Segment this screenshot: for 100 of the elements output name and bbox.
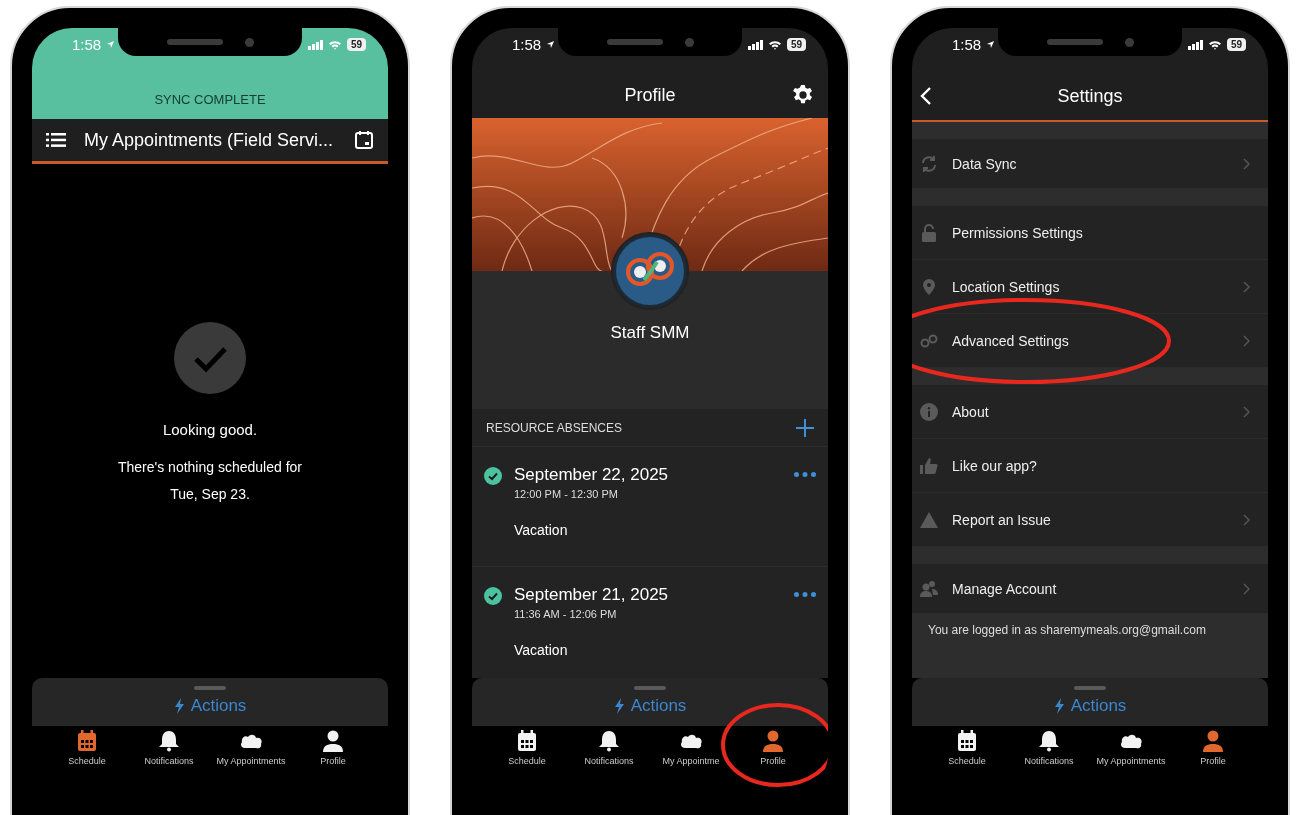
account-note: You are logged in as sharemymeals.org@gmail.com: [928, 623, 1206, 637]
wifi-icon: [767, 39, 782, 50]
tab-bar-item[interactable]: Schedule: [68, 726, 106, 774]
settings-label: Location Settings: [952, 278, 1061, 295]
tab-bar-item[interactable]: Schedule: [508, 726, 546, 774]
lightning-icon: [613, 698, 625, 714]
battery-indicator: 59: [1226, 38, 1246, 51]
status-time: 1:58: [952, 36, 982, 53]
tab-bar-item[interactable]: Profile: [760, 726, 786, 774]
back-icon[interactable]: [920, 87, 932, 105]
sync-banner: SYNC COMPLETE: [32, 73, 388, 119]
person-icon: [1201, 730, 1225, 752]
more-icon[interactable]: [794, 472, 816, 477]
settings-label: Like our app?: [952, 457, 1038, 474]
absence-date: September 21, 2025: [514, 585, 669, 605]
lightning-icon: [173, 698, 185, 714]
person-icon: [321, 730, 345, 752]
settings-item[interactable]: Advanced Settings: [912, 314, 1268, 368]
sync-icon: [920, 154, 938, 173]
status-time: 1:58: [512, 36, 542, 53]
more-icon[interactable]: [794, 592, 816, 597]
actions-panel[interactable]: Actions: [912, 678, 1268, 726]
lightning-icon: [1053, 698, 1065, 714]
settings-item[interactable]: Like our app?: [912, 439, 1268, 493]
settings-label: Data Sync: [952, 155, 1018, 172]
absence-type: Vacation: [514, 522, 568, 538]
location-arrow-icon: [546, 40, 556, 49]
section-heading: RESOURCE ABSENCES: [486, 420, 623, 435]
chevron-icon: [1243, 513, 1250, 526]
settings-label: Manage Account: [952, 580, 1058, 597]
settings-label: Permissions Settings: [952, 224, 1084, 241]
people-icon: [920, 579, 938, 598]
settings-item[interactable]: Permissions Settings: [912, 206, 1268, 260]
settings-label: About: [952, 403, 990, 420]
empty-state-title: Looking good.: [162, 421, 258, 438]
location-arrow-icon: [986, 40, 996, 49]
tab-bar-item[interactable]: My Appointments: [1096, 726, 1166, 774]
tab-bar-item[interactable]: Notifications: [1024, 726, 1074, 774]
status-time: 1:58: [72, 36, 102, 53]
info-icon: [920, 402, 938, 421]
chevron-icon: [1243, 334, 1250, 347]
absence-type: Vacation: [514, 642, 568, 658]
actions-label: Actions: [190, 696, 247, 716]
person-icon: [761, 730, 785, 752]
tab-bar-item[interactable]: My Appointments: [216, 726, 286, 774]
chevron-icon: [1243, 280, 1250, 293]
screen-title: Settings: [1057, 86, 1123, 107]
settings-label: Report an Issue: [952, 511, 1052, 528]
absence-time: 12:00 PM - 12:30 PM: [514, 488, 618, 500]
empty-state-message: Tue, Sep 23.: [170, 485, 250, 504]
chevron-icon: [1243, 582, 1250, 595]
calendar-icon: [515, 730, 539, 752]
calendar-icon[interactable]: [354, 130, 374, 150]
calendar-icon: [955, 730, 979, 752]
thumb-icon: [920, 456, 938, 475]
settings-item[interactable]: Manage Account: [912, 564, 1268, 614]
tab-bar-item[interactable]: My Appointme: [662, 726, 720, 774]
absence-date: September 22, 2025: [514, 465, 669, 485]
calendar-icon: [75, 730, 99, 752]
tab-bar-item[interactable]: Notifications: [144, 726, 194, 774]
tab-bar-item[interactable]: Profile: [1200, 726, 1226, 774]
drag-handle[interactable]: [634, 686, 666, 690]
bell-icon: [1037, 730, 1061, 752]
wifi-icon: [327, 39, 342, 50]
settings-icon[interactable]: [792, 84, 814, 106]
tab-bar-item[interactable]: Notifications: [584, 726, 634, 774]
battery-indicator: 59: [346, 38, 366, 51]
settings-item[interactable]: Report an Issue: [912, 493, 1268, 547]
signal-icon: [307, 39, 323, 50]
actions-panel[interactable]: Actions: [472, 678, 828, 726]
screen-title: My Appointments (Field Servi...: [84, 129, 335, 151]
settings-item[interactable]: Data Sync: [912, 139, 1268, 189]
battery-indicator: 59: [786, 38, 806, 51]
wifi-icon: [1207, 39, 1222, 50]
screen-title: Profile: [624, 85, 676, 106]
add-icon[interactable]: [796, 418, 814, 437]
actions-panel[interactable]: Actions: [32, 678, 388, 726]
settings-item[interactable]: About: [912, 385, 1268, 439]
actions-label: Actions: [630, 696, 687, 716]
drag-handle[interactable]: [194, 686, 226, 690]
empty-state-message: There's nothing scheduled for: [118, 458, 302, 477]
bell-icon: [157, 730, 181, 752]
menu-icon[interactable]: [46, 132, 66, 148]
settings-item[interactable]: Location Settings: [912, 260, 1268, 314]
absence-time: 11:36 AM - 12:06 PM: [514, 608, 617, 620]
drag-handle[interactable]: [1074, 686, 1106, 690]
location-arrow-icon: [106, 40, 116, 49]
signal-icon: [1187, 39, 1203, 50]
lock-icon: [920, 223, 938, 242]
chevron-icon: [1243, 157, 1250, 170]
signal-icon: [747, 39, 763, 50]
tab-bar-item[interactable]: Profile: [320, 726, 346, 774]
chevron-icon: [1243, 405, 1250, 418]
checkmark-icon: [174, 322, 246, 394]
actions-label: Actions: [1070, 696, 1127, 716]
bell-icon: [597, 730, 621, 752]
tab-bar-item[interactable]: Schedule: [948, 726, 986, 774]
profile-name: Staff SMM: [610, 323, 690, 343]
settings-label: Advanced Settings: [952, 332, 1070, 349]
warn-icon: [920, 510, 938, 529]
